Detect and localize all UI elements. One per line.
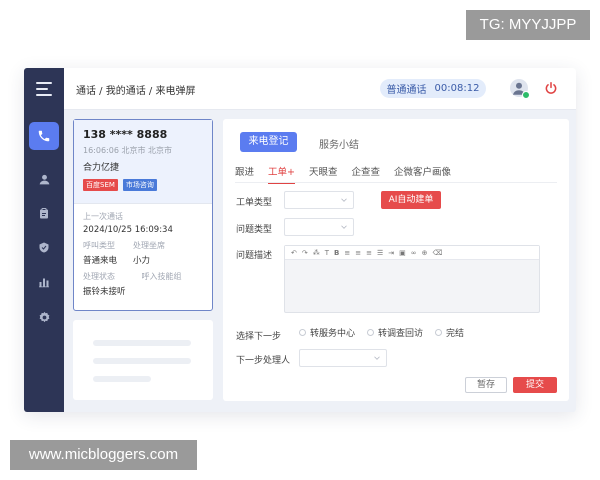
radio-complete[interactable]: 完结 xyxy=(435,326,464,339)
status-label: 处理状态 xyxy=(83,272,115,281)
description-editor[interactable]: ↶ ↷ ⁂ T B ≡ ≡ ≡ ☰ ⇥ ▣ ∞ ⊕ ⌫ xyxy=(284,245,540,313)
handler-value: 小力 xyxy=(133,256,151,266)
ai-create-ticket-button[interactable]: AI自动建单 xyxy=(381,191,441,209)
redo-icon[interactable]: ↷ xyxy=(302,249,308,257)
ticket-type-select[interactable] xyxy=(284,191,354,209)
caller-card-details: 上一次通话 2024/10/25 16:09:34 呼叫类型 普通来电 处理坐席… xyxy=(74,204,212,304)
issue-type-select[interactable] xyxy=(284,218,354,236)
form-panel: 来电登记 服务小结 跟进 工单+ 天眼查 企查查 企微客户画像 工单类型 AI自… xyxy=(223,119,569,401)
contacts-icon[interactable] xyxy=(34,169,54,189)
next-step-radio-group: 转服务中心 转调查回访 完结 xyxy=(299,326,464,339)
align-left-icon[interactable]: ≡ xyxy=(344,249,350,257)
online-status-icon xyxy=(522,91,530,99)
next-step-label: 选择下一步 xyxy=(236,332,282,342)
caller-number: 138 **** 8888 xyxy=(83,128,168,141)
format-icon[interactable]: ⁂ xyxy=(313,249,320,257)
call-type-label: 呼叫类型 xyxy=(83,241,115,250)
link-icon[interactable]: ∞ xyxy=(411,249,417,257)
tag-market-consult: 市场咨询 xyxy=(122,179,157,191)
menu-icon[interactable] xyxy=(36,82,52,96)
settings-icon[interactable] xyxy=(34,307,54,327)
caller-company: 合力亿捷 xyxy=(83,163,120,173)
last-call-value: 2024/10/25 16:09:34 xyxy=(83,225,173,235)
app-window: 通话 / 我的通话 / 来电弹屏 普通通话 00:08:12 138 **** … xyxy=(24,68,576,412)
caller-card[interactable]: 138 **** 8888 16:06:06 北京市 北京市 合力亿捷 百度SE… xyxy=(73,119,213,311)
image-icon[interactable]: ▣ xyxy=(399,249,406,257)
align-right-icon[interactable]: ≡ xyxy=(366,249,372,257)
tab-call-register[interactable]: 来电登记 xyxy=(240,132,297,152)
description-label: 问题描述 xyxy=(236,251,273,261)
subtab-ticket[interactable]: 工单+ xyxy=(268,164,295,184)
radio-survey-callback[interactable]: 转调查回访 xyxy=(367,326,423,339)
watermark-top: TG: MYYJJPP xyxy=(466,10,590,40)
zoom-icon[interactable]: ⊕ xyxy=(422,249,428,257)
caller-time-location: 16:06:06 北京市 北京市 xyxy=(83,146,173,155)
divider xyxy=(235,182,557,183)
editor-toolbar: ↶ ↷ ⁂ T B ≡ ≡ ≡ ☰ ⇥ ▣ ∞ ⊕ ⌫ xyxy=(285,246,539,260)
last-call-label: 上一次通话 xyxy=(83,212,123,221)
subtab-bar: 跟进 工单+ 天眼查 企查查 企微客户画像 xyxy=(235,164,465,184)
placeholder-card xyxy=(73,320,213,400)
bold-icon[interactable]: B xyxy=(334,249,339,257)
subtab-qichacha[interactable]: 企查查 xyxy=(352,164,381,184)
chevron-down-icon xyxy=(374,356,380,360)
chart-icon[interactable] xyxy=(34,272,54,292)
subtab-follow-up[interactable]: 跟进 xyxy=(235,164,254,184)
save-draft-button[interactable]: 暂存 xyxy=(465,377,507,393)
subtab-wecom-profile[interactable]: 企微客户画像 xyxy=(394,164,451,184)
chevron-down-icon xyxy=(341,198,347,202)
next-handler-label: 下一步处理人 xyxy=(236,356,291,366)
align-center-icon[interactable]: ≡ xyxy=(355,249,361,257)
caller-card-header: 138 **** 8888 16:06:06 北京市 北京市 合力亿捷 百度SE… xyxy=(74,120,212,204)
skeleton-line xyxy=(93,376,151,382)
phone-icon[interactable] xyxy=(29,122,59,150)
nav-rail xyxy=(24,68,64,412)
caller-tags: 百度SEM 市场咨询 xyxy=(83,179,203,191)
chevron-down-icon xyxy=(341,225,347,229)
indent-icon[interactable]: ⇥ xyxy=(388,249,394,257)
call-type-text: 普通通话 xyxy=(386,85,427,96)
subtab-tianyancha[interactable]: 天眼查 xyxy=(309,164,338,184)
breadcrumb: 通话 / 我的通话 / 来电弹屏 xyxy=(76,86,196,97)
watermark-bottom: www.micbloggers.com xyxy=(10,440,197,470)
ticket-type-label: 工单类型 xyxy=(236,198,273,208)
tag-baidu-sem: 百度SEM xyxy=(83,179,118,191)
undo-icon[interactable]: ↶ xyxy=(291,249,297,257)
issue-type-label: 问题类型 xyxy=(236,225,273,235)
skeleton-line xyxy=(93,340,191,346)
shield-icon[interactable] xyxy=(34,237,54,257)
clipboard-icon[interactable] xyxy=(34,203,54,223)
delete-icon[interactable]: ⌫ xyxy=(433,249,443,257)
status-value: 振铃未接听 xyxy=(83,287,126,297)
skeleton-line xyxy=(93,358,191,364)
avatar[interactable] xyxy=(510,79,530,99)
list-icon[interactable]: ☰ xyxy=(377,249,383,257)
header-bar: 通话 / 我的通话 / 来电弹屏 普通通话 00:08:12 xyxy=(64,68,576,110)
radio-service-center[interactable]: 转服务中心 xyxy=(299,326,355,339)
tab-service-summary[interactable]: 服务小结 xyxy=(319,136,359,151)
call-duration-text: 00:08:12 xyxy=(434,83,480,94)
handler-label: 处理坐席 xyxy=(133,241,166,250)
text-size-icon[interactable]: T xyxy=(325,249,329,257)
call-timer-badge: 普通通话 00:08:12 xyxy=(380,79,486,98)
next-handler-select[interactable] xyxy=(299,349,387,367)
submit-button[interactable]: 提交 xyxy=(513,377,557,393)
call-type-value: 普通来电 xyxy=(83,256,118,266)
skill-group-label: 呼入技能组 xyxy=(141,272,182,281)
power-icon[interactable] xyxy=(544,80,558,94)
